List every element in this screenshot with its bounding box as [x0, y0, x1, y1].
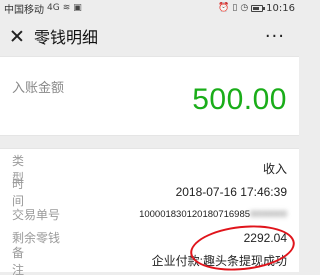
battery-icon — [251, 4, 266, 12]
vibrate-icon: ▯ — [232, 2, 238, 13]
detail-label: 交易单号 — [12, 208, 61, 222]
amount-card: 入账金额 500.00 — [0, 56, 299, 136]
page-title: 零钱明细 — [34, 28, 99, 47]
amount-row: 入账金额 500.00 — [0, 56, 299, 136]
clock-icon: ◷ — [240, 2, 249, 13]
carrier-label: 中国移动 — [4, 4, 44, 16]
status-left: 中国移动 4G ≋ ▣ — [4, 1, 82, 16]
status-right: ⏰ ▯ ◷ 10:16 — [218, 3, 295, 14]
alarm-icon: ⏰ — [218, 2, 230, 13]
detail-row-transaction-id: 交易单号 1000018301201807169850000000 — [12, 203, 287, 226]
detail-label: 备 注 — [12, 245, 37, 275]
wifi-icon: ≋ — [62, 2, 71, 13]
detail-value: 2018-07-16 17:46:39 — [175, 184, 287, 199]
close-icon[interactable] — [8, 27, 26, 45]
amount-value: 500.00 — [192, 83, 287, 116]
nav-bar: 零钱明细 ··· — [0, 16, 299, 56]
detail-value: 企业付款:趣头条提现成功 — [151, 254, 287, 268]
detail-value: 收入 — [262, 162, 287, 176]
transaction-id-value[interactable]: 1000018301201807169850000000 — [139, 209, 287, 220]
phone-screen: 中国移动 4G ≋ ▣ ⏰ ▯ ◷ 10:16 零钱明细 ··· 入账金额 50… — [0, 0, 299, 275]
notification-icon: ▣ — [73, 2, 82, 13]
detail-value: 2292.04 — [243, 230, 287, 245]
status-time: 10:16 — [266, 2, 295, 14]
detail-row-time: 时 间 2018-07-16 17:46:39 — [12, 177, 287, 208]
detail-label: 时 间 — [12, 176, 37, 208]
transaction-id-visible: 100001830120180716985 — [139, 209, 251, 220]
detail-row-note: 备 注 企业付款:趣头条提现成功 — [12, 246, 287, 275]
more-options-icon[interactable]: ··· — [265, 26, 291, 47]
signal-icon: 4G — [47, 2, 60, 13]
details-list: 类 型 收入 时 间 2018-07-16 17:46:39 交易单号 1000… — [0, 148, 299, 275]
amount-label: 入账金额 — [12, 81, 65, 96]
status-bar: 中国移动 4G ≋ ▣ ⏰ ▯ ◷ 10:16 — [0, 0, 299, 16]
transaction-id-blurred: 0000000 — [250, 209, 287, 220]
